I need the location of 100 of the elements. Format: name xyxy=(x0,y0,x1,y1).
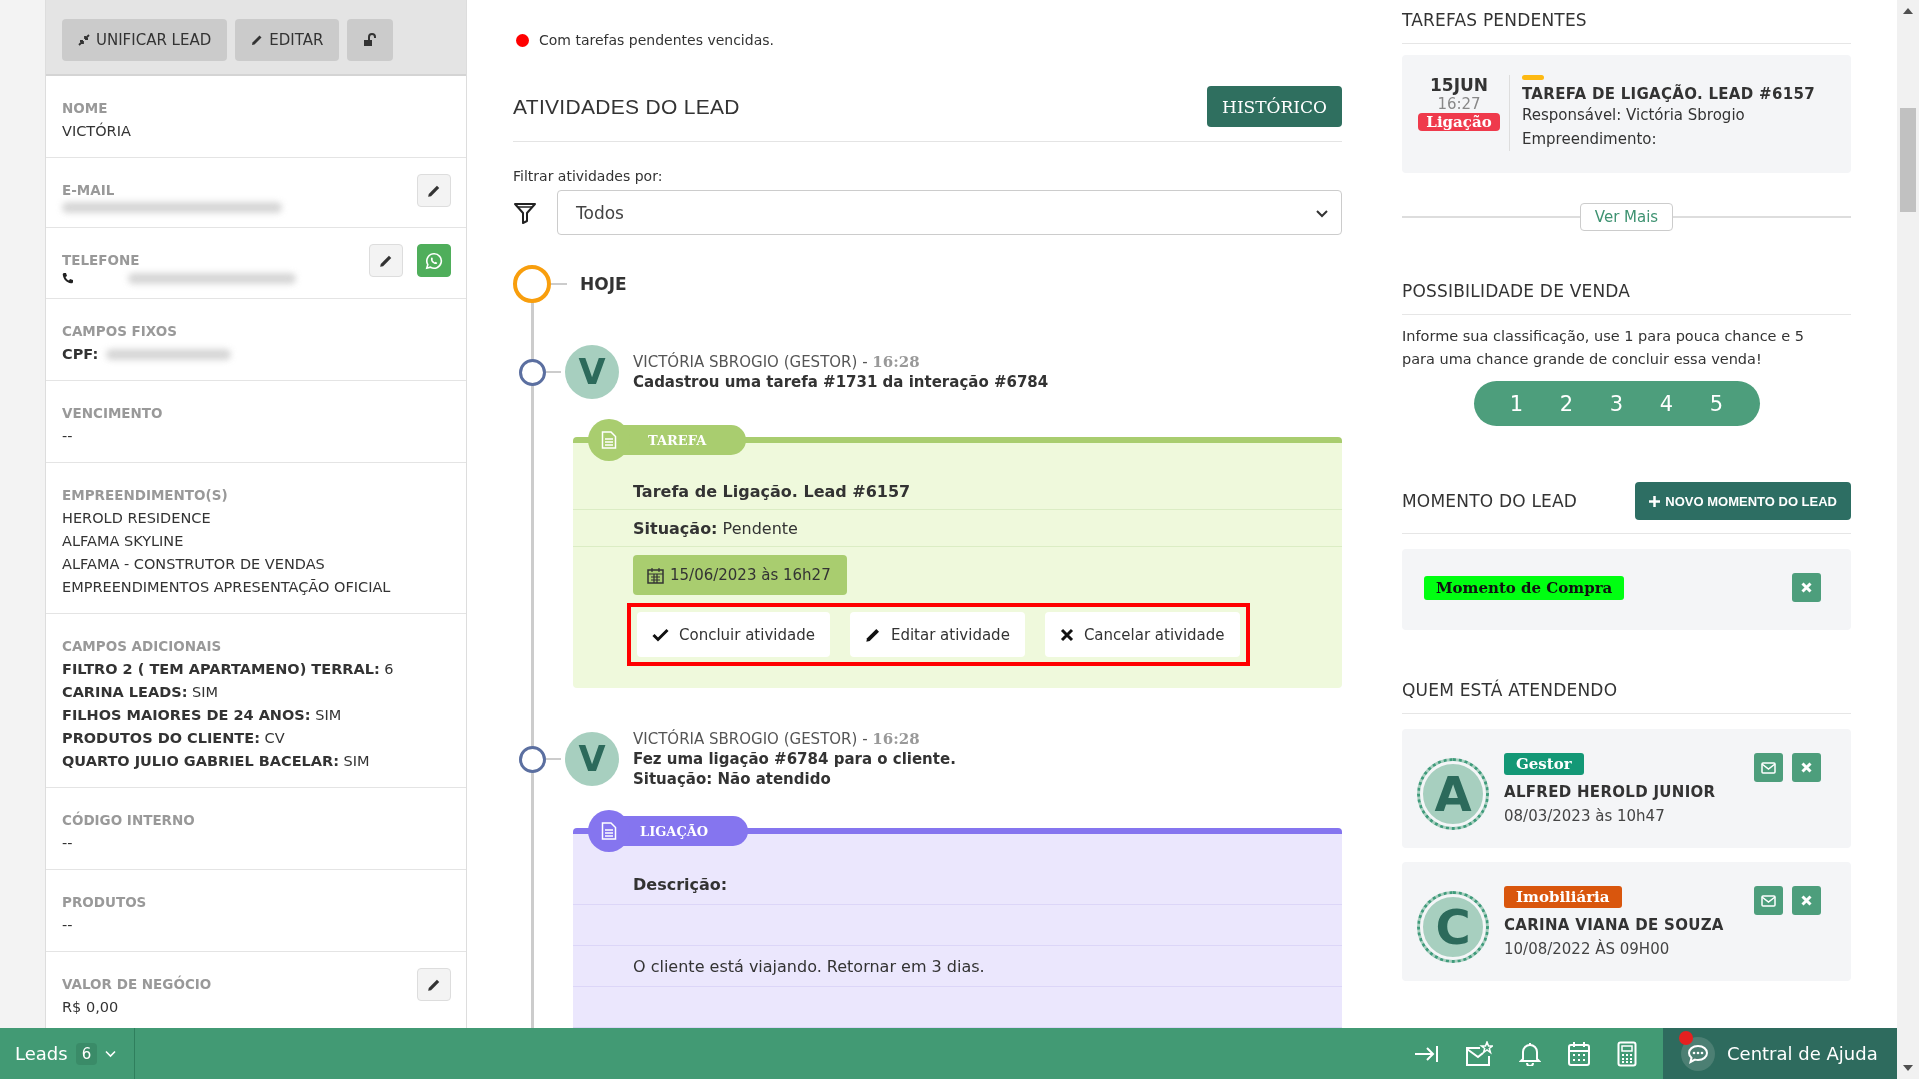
close-icon xyxy=(1801,582,1812,593)
field-value: FILHOS MAIORES DE 24 ANOS: SIM xyxy=(62,706,343,725)
rating-option[interactable]: 2 xyxy=(1541,381,1592,426)
attendant-name: CARINA VIANA DE SOUZA xyxy=(1504,916,1724,934)
task-status: Situação: Pendente xyxy=(633,518,798,538)
avatar: A xyxy=(1417,758,1489,830)
merge-lead-button[interactable]: UNIFICAR LEAD xyxy=(62,19,228,61)
field-value: ALFAMA SKYLINE xyxy=(62,532,185,551)
edit-activity-button[interactable]: Editar atividade xyxy=(849,612,1025,657)
rating-option[interactable]: 3 xyxy=(1591,381,1642,426)
complete-activity-button[interactable]: Concluir atividade xyxy=(637,612,830,657)
field-label: CAMPOS ADICIONAIS xyxy=(62,638,223,654)
pencil-icon xyxy=(379,253,393,268)
field-label: VENCIMENTO xyxy=(62,405,163,421)
section-title: ATIVIDADES DO LEAD xyxy=(513,94,740,119)
whatsapp-button[interactable] xyxy=(417,244,451,277)
history-button[interactable]: HISTÓRICO xyxy=(1207,86,1342,127)
task-card[interactable]: 15JUN 16:27 Ligação TAREFA DE LIGAÇÃO. LEAD #6157 Responsável: Victória Sbrogio Empreendimento: xyxy=(1402,55,1851,173)
help-center-button[interactable]: Central de Ajuda xyxy=(1663,1028,1897,1079)
chat-icon xyxy=(1687,1043,1709,1064)
merge-icon xyxy=(78,34,90,46)
timeline-node xyxy=(519,745,546,773)
field-label: EMPREENDIMENTO(S) xyxy=(62,487,229,503)
new-moment-button[interactable]: NOVO MOMENTO DO LEAD xyxy=(1635,482,1851,520)
remove-button[interactable] xyxy=(1792,886,1821,915)
attendant-name: ALFRED HEROLD JUNIOR xyxy=(1504,783,1716,801)
see-more-button[interactable]: Ver Mais xyxy=(1579,203,1674,231)
scrollbar-thumb[interactable] xyxy=(1900,108,1916,212)
calculator-icon[interactable] xyxy=(1617,1040,1637,1067)
task-type-badge: Ligação xyxy=(1418,113,1500,131)
task-time: 16:27 xyxy=(1437,95,1481,113)
bell-icon[interactable] xyxy=(1519,1041,1541,1066)
scroll-up-icon[interactable] xyxy=(1903,8,1913,14)
alert-dot xyxy=(516,33,529,47)
unlock-button[interactable] xyxy=(347,19,394,61)
field-value: EMPREENDIMENTOS APRESENTAÇÃO OFICIAL xyxy=(62,578,391,597)
field-label: E-MAIL xyxy=(62,182,116,198)
remove-button[interactable] xyxy=(1792,573,1821,602)
field-label: TELEFONE xyxy=(62,252,141,268)
envelope-icon xyxy=(1761,761,1776,774)
alert-text: Com tarefas pendentes vencidas. xyxy=(539,32,774,48)
email-button[interactable] xyxy=(1754,886,1783,915)
rating-instructions: Informe sua classificação, use 1 para pouca chance e 5 para uma chance grande de concluir essa venda! xyxy=(1402,327,1805,369)
activity-author: VICTÓRIA SBROGIO (GESTOR) - 16:28 xyxy=(633,730,921,748)
moment-tag: Momento de Compra xyxy=(1424,575,1625,600)
field-value: QUARTO JULIO GABRIEL BACELAR: SIM xyxy=(62,752,371,771)
close-icon xyxy=(1801,895,1812,906)
field-value: -- xyxy=(62,916,74,935)
avatar: V xyxy=(565,345,619,399)
field-key: CPF: xyxy=(62,343,99,366)
pencil-icon xyxy=(427,183,441,198)
field-value: ALFAMA - CONSTRUTOR DE VENDAS xyxy=(62,555,326,574)
timeline-day-marker xyxy=(513,265,551,303)
timeline-node xyxy=(519,358,546,386)
calendar-icon[interactable] xyxy=(1567,1040,1591,1067)
scroll-down-icon[interactable] xyxy=(1903,1065,1913,1071)
close-icon xyxy=(1801,762,1812,773)
edit-button[interactable] xyxy=(369,244,403,277)
whatsapp-icon xyxy=(425,251,443,270)
activity-author: VICTÓRIA SBROGIO (GESTOR) - 16:28 xyxy=(633,353,921,371)
field-value: -- xyxy=(62,834,74,853)
rating-option[interactable]: 1 xyxy=(1491,381,1542,426)
avatar: C xyxy=(1417,891,1489,963)
count-badge: 6 xyxy=(75,1042,98,1065)
field-value: VICTÓRIA xyxy=(62,121,131,141)
filter-icon xyxy=(513,200,537,225)
envelope-icon xyxy=(1761,894,1776,907)
pencil-icon xyxy=(427,977,441,992)
activity-summary: Fez uma ligação #6784 para o cliente. xyxy=(633,750,956,768)
task-detail: Responsável: Victória Sbrogio xyxy=(1522,105,1746,126)
avatar: V xyxy=(565,732,619,786)
field-value: PRODUTOS DO CLIENTE: CV xyxy=(62,729,286,748)
edit-button[interactable]: EDITAR xyxy=(235,19,340,61)
scrollbar[interactable] xyxy=(1897,0,1919,1079)
unlock-icon xyxy=(363,33,378,47)
check-icon xyxy=(652,627,669,642)
email-button[interactable] xyxy=(1754,753,1783,782)
field-value: FILTRO 2 ( TEM APARTAMENO) TERRAL: 6 xyxy=(62,660,394,679)
field-value: R$ 0,00 xyxy=(62,998,120,1017)
task-title: TAREFA DE LIGAÇÃO. LEAD #6157 xyxy=(1522,85,1815,103)
section-title: POSSIBILIDADE DE VENDA xyxy=(1402,271,1851,315)
envelope-star-icon[interactable] xyxy=(1465,1040,1493,1067)
module-menu[interactable]: Leads 6 xyxy=(0,1028,135,1079)
filter-select[interactable]: Todos xyxy=(557,190,1342,235)
activity-summary: Cadastrou uma tarefa #1731 da interação #6784 xyxy=(633,373,1049,391)
remove-button[interactable] xyxy=(1792,753,1821,782)
edit-button[interactable] xyxy=(417,174,451,207)
section-title: QUEM ESTÁ ATENDENDO xyxy=(1402,666,1851,714)
cancel-activity-button[interactable]: Cancelar atividade xyxy=(1044,612,1240,657)
edit-button[interactable] xyxy=(417,968,451,1001)
description-label: Descrição: xyxy=(633,874,728,894)
plus-icon xyxy=(1649,495,1661,507)
filter-label: Filtrar atividades por: xyxy=(513,168,664,184)
attendant-date: 08/03/2023 às 10h47 xyxy=(1504,807,1665,825)
rating-option[interactable]: 4 xyxy=(1641,381,1692,426)
description-text: O cliente está viajando. Retornar em 3 dias. xyxy=(633,956,985,976)
section-title: MOMENTO DO LEAD xyxy=(1402,491,1578,511)
field-label: VALOR DE NEGÓCIO xyxy=(62,976,212,992)
attendant-date: 10/08/2022 ÀS 09H00 xyxy=(1504,940,1670,958)
rating-option[interactable]: 5 xyxy=(1691,381,1742,426)
